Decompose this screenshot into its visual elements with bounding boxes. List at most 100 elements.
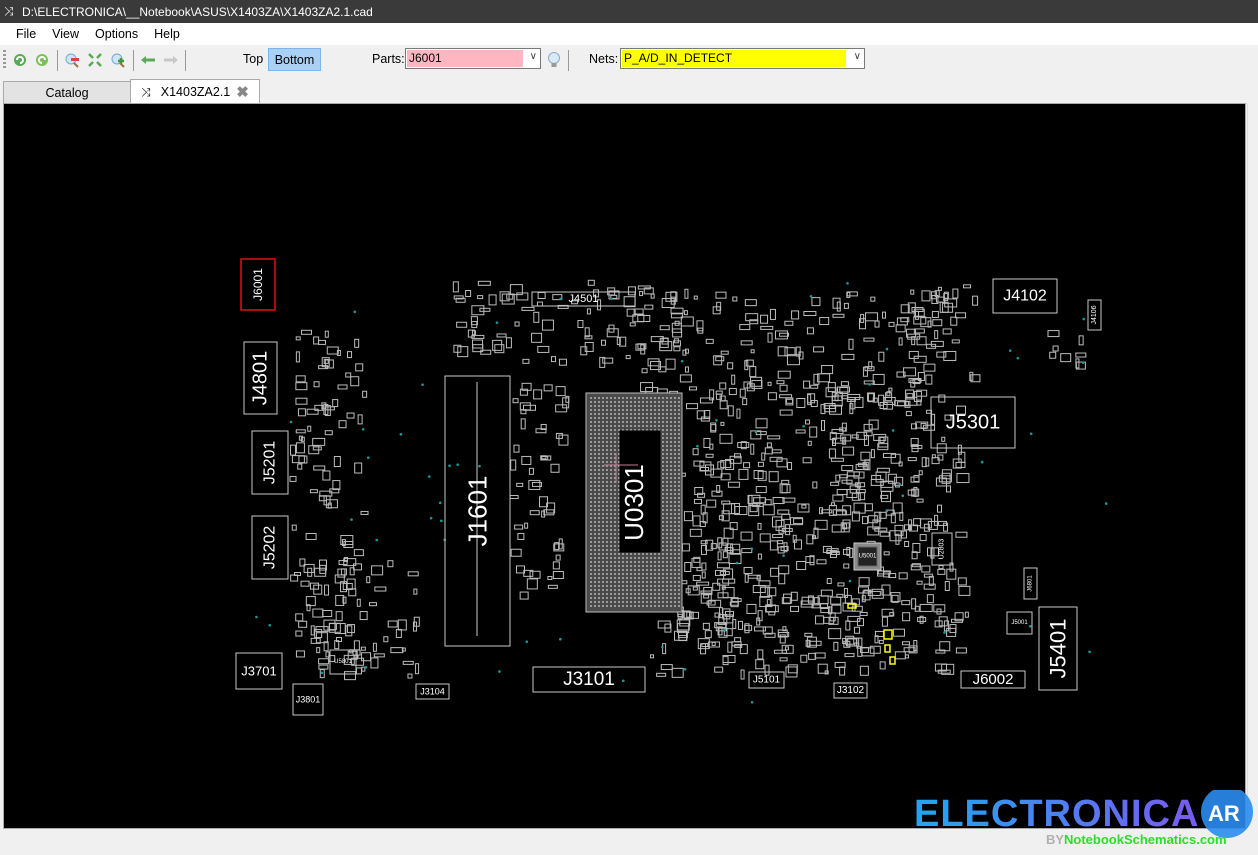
bga-ball [634, 601, 636, 603]
bga-ball [602, 417, 604, 419]
menu-view[interactable]: View [44, 27, 87, 41]
smd-component [720, 421, 725, 426]
bga-ball [590, 525, 592, 527]
bga-ball [678, 593, 680, 595]
smd-component [513, 444, 520, 453]
bga-ball [658, 397, 660, 399]
smd-component [731, 374, 736, 385]
back-button[interactable] [138, 50, 158, 70]
chevron-down-icon[interactable]: ∨ [530, 51, 537, 62]
smd-component [366, 576, 371, 584]
bga-ball [606, 473, 608, 475]
bga-ball [666, 605, 668, 607]
side-bottom-button[interactable]: Bottom [268, 48, 321, 71]
chevron-down-icon[interactable]: ∨ [854, 51, 861, 62]
smd-component [623, 296, 636, 308]
bga-ball [614, 489, 616, 491]
bga-ball [646, 569, 648, 571]
tab-board[interactable]: ⤨ X1403ZA2.1 ✖ [130, 79, 260, 104]
bga-ball [658, 413, 660, 415]
bga-ball [598, 533, 600, 535]
bga-ball [622, 593, 624, 595]
smd-component [859, 665, 869, 676]
bga-ball [678, 557, 680, 559]
fit-to-screen-button[interactable] [85, 50, 105, 70]
bga-ball [654, 421, 656, 423]
bga-ball [666, 417, 668, 419]
bga-ball [634, 589, 636, 591]
bga-ball [610, 605, 612, 607]
bga-ball [626, 589, 628, 591]
side-top-button[interactable]: Top [243, 52, 263, 66]
bga-ball [590, 421, 592, 423]
bga-ball [666, 445, 668, 447]
board-viewport[interactable]: J6001 J4801 J5201 J5202 J3701 J3801 U5801 J3104… [3, 103, 1246, 829]
smd-component [848, 338, 854, 350]
bga-ball [622, 581, 624, 583]
bga-ball [642, 553, 644, 555]
highlight-button[interactable] [544, 50, 564, 70]
smd-component [831, 604, 842, 614]
menu-file[interactable]: File [8, 27, 44, 41]
bga-ball [590, 489, 592, 491]
part-label-u5001: U5001 [859, 554, 877, 560]
smd-component [915, 310, 920, 320]
bga-ball [642, 397, 644, 399]
bga-ball [634, 401, 636, 403]
bga-ball [598, 449, 600, 451]
nets-input[interactable]: P_A/D_IN_DETECT [622, 50, 846, 67]
bga-ball [630, 573, 632, 575]
bga-ball [666, 565, 668, 567]
bga-ball [594, 553, 596, 555]
parts-combobox[interactable]: J6001 ∨ [405, 48, 541, 69]
toolbar-grip[interactable] [3, 50, 6, 70]
smd-component [958, 585, 971, 596]
bga-ball [666, 465, 668, 467]
zoom-in-button[interactable] [108, 50, 128, 70]
rotate-right-button[interactable] [32, 50, 52, 70]
smd-component [291, 455, 305, 464]
smd-component [719, 400, 728, 410]
bga-ball [662, 561, 664, 563]
bga-ball [594, 501, 596, 503]
smd-component [904, 654, 909, 659]
bga-ball [618, 401, 620, 403]
smd-component [312, 446, 322, 451]
bga-ball [610, 525, 612, 527]
bga-ball [594, 465, 596, 467]
menu-options[interactable]: Options [87, 27, 146, 41]
bga-ball [674, 429, 676, 431]
bga-ball [662, 505, 664, 507]
bga-ball [606, 477, 608, 479]
tab-catalog[interactable]: Catalog [3, 81, 131, 103]
smd-component [681, 543, 690, 552]
forward-button[interactable] [161, 50, 181, 70]
rotate-left-button[interactable] [10, 50, 30, 70]
smd-component [676, 619, 690, 631]
bga-ball [598, 469, 600, 471]
bga-ball [678, 445, 680, 447]
smd-component [830, 502, 835, 507]
bga-ball [662, 501, 664, 503]
menu-help[interactable]: Help [146, 27, 188, 41]
bga-ball [678, 469, 680, 471]
smd-component [950, 316, 958, 326]
bga-ball [646, 597, 648, 599]
shuffle-icon: ⤨ [141, 84, 151, 99]
nets-combobox[interactable]: P_A/D_IN_DETECT ∨ [620, 48, 865, 69]
test-point [478, 464, 481, 468]
bga-ball [610, 529, 612, 531]
bga-ball [674, 485, 676, 487]
zoom-out-button[interactable] [62, 50, 82, 70]
test-point [802, 425, 805, 428]
smd-component [772, 533, 784, 538]
parts-input[interactable]: J6001 [407, 50, 523, 67]
bga-ball [614, 437, 616, 439]
bga-ball [602, 425, 604, 427]
bga-ball [674, 553, 676, 555]
close-icon[interactable]: ✖ [236, 83, 249, 101]
smd-component [710, 468, 723, 478]
smd-component [781, 513, 791, 520]
smd-component [313, 381, 320, 388]
board-canvas[interactable]: J6001J4801J5201J5202J3701J3801U5801J3104… [4, 104, 1245, 828]
